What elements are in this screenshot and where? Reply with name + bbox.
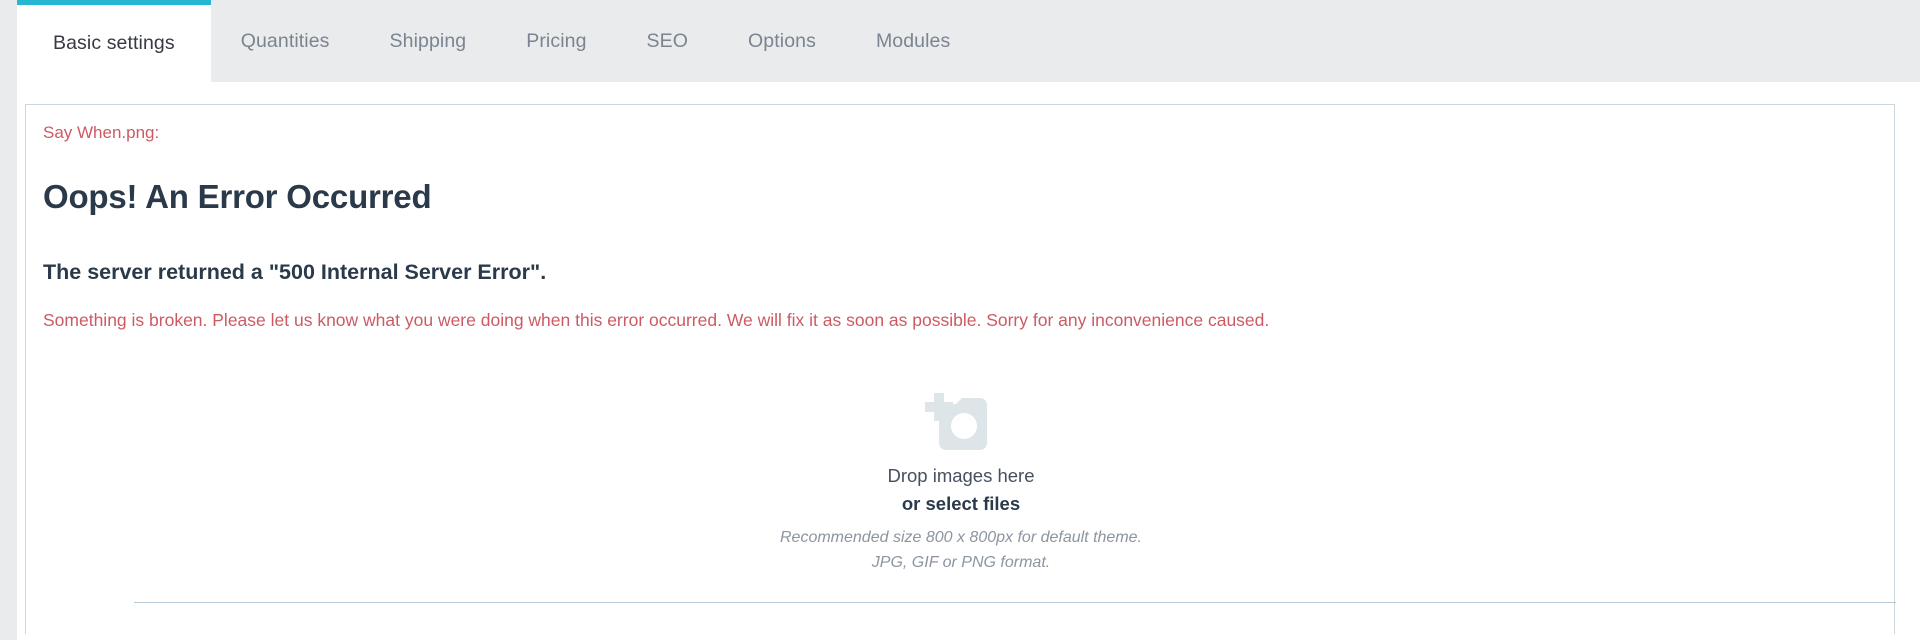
tab-label: Options	[748, 29, 816, 52]
dropzone-format-note: JPG, GIF or PNG format.	[871, 553, 1051, 571]
tab-list: Basic settings Quantities Shipping Prici…	[17, 0, 1920, 82]
tab-quantities[interactable]: Quantities	[211, 0, 360, 82]
tab-label: Shipping	[389, 29, 467, 52]
dropzone-drop-text: Drop images here	[887, 465, 1035, 486]
tab-basic-settings[interactable]: Basic settings	[17, 0, 211, 82]
tab-options[interactable]: Options	[718, 0, 846, 82]
dropzone-recommended-note: Recommended size 800 x 800px for default…	[780, 528, 1142, 546]
add-photo-icon	[925, 393, 987, 450]
tab-label: Basic settings	[53, 32, 175, 54]
section-divider	[134, 602, 1896, 603]
basic-settings-panel: Say When.png: Oops! An Error Occurred Th…	[25, 104, 1896, 634]
tab-shipping[interactable]: Shipping	[360, 0, 497, 82]
product-edit-page: Basic settings Quantities Shipping Prici…	[0, 0, 1920, 640]
tab-seo[interactable]: SEO	[617, 0, 718, 82]
error-subtitle: The server returned a "500 Internal Serv…	[43, 260, 547, 285]
tab-label: SEO	[646, 29, 689, 52]
tab-label: Quantities	[240, 29, 330, 52]
panel-content: Say When.png: Oops! An Error Occurred Th…	[26, 105, 1896, 603]
tab-pricing[interactable]: Pricing	[496, 0, 616, 82]
tab-label: Modules	[875, 29, 951, 52]
file-name-label: Say When.png:	[43, 123, 160, 142]
tab-label: Pricing	[526, 29, 587, 52]
error-title: Oops! An Error Occurred	[43, 177, 432, 215]
tab-modules[interactable]: Modules	[846, 0, 980, 82]
tab-strip: Basic settings Quantities Shipping Prici…	[17, 0, 1920, 82]
dropzone-select-files-link[interactable]: or select files	[902, 492, 1020, 517]
error-description: Something is broken. Please let us know …	[43, 309, 1270, 330]
left-gutter	[0, 0, 17, 640]
image-dropzone[interactable]: Drop images here or select files Recomme…	[26, 390, 1896, 576]
